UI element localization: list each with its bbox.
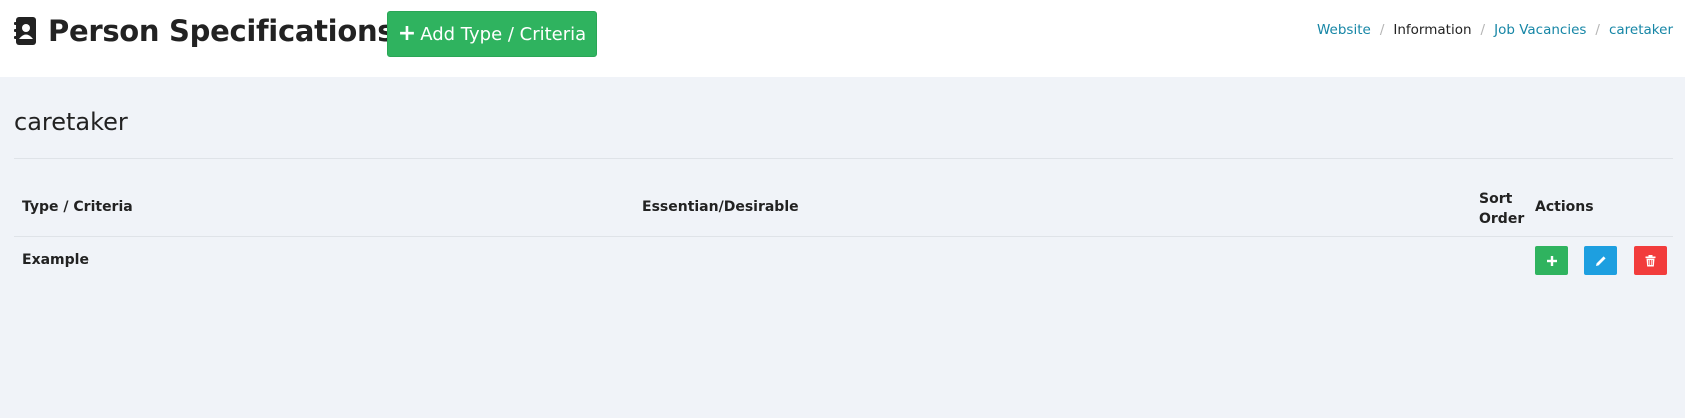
address-book-icon — [14, 17, 38, 45]
column-header-type-criteria: Type / Criteria — [22, 199, 133, 215]
row-delete-button[interactable] — [1634, 246, 1667, 275]
breadcrumb: Website / Information / Job Vacancies / … — [1317, 22, 1673, 38]
add-type-criteria-button[interactable]: + Add Type / Criteria — [387, 11, 597, 57]
breadcrumb-website[interactable]: Website — [1317, 22, 1371, 38]
page-title: Person Specifications — [14, 14, 395, 48]
breadcrumb-job-vacancies[interactable]: Job Vacancies — [1494, 22, 1586, 38]
table-header-divider — [14, 236, 1673, 237]
section-title: caretaker — [14, 108, 128, 136]
column-header-sort-line1: Sort — [1479, 191, 1513, 207]
plus-icon: + — [397, 21, 417, 46]
plus-icon — [1546, 255, 1557, 266]
section-divider — [14, 158, 1673, 159]
breadcrumb-caretaker[interactable]: caretaker — [1609, 22, 1673, 38]
column-header-essential-desirable: Essentian/Desirable — [642, 199, 799, 215]
top-bar: Person Specifications + Add Type / Crite… — [0, 0, 1685, 77]
column-header-actions: Actions — [1535, 199, 1594, 215]
breadcrumb-separator: / — [1379, 22, 1385, 38]
row-type-criteria: Example — [22, 252, 89, 268]
add-type-criteria-label: Add Type / Criteria — [420, 23, 587, 45]
trash-icon — [1645, 254, 1656, 266]
breadcrumb-separator: / — [1595, 22, 1600, 38]
row-edit-button[interactable] — [1584, 246, 1617, 275]
breadcrumb-separator: / — [1480, 22, 1486, 38]
pencil-icon — [1595, 255, 1606, 266]
breadcrumb-information: Information — [1393, 22, 1472, 38]
column-header-sort-line2: Order — [1479, 211, 1525, 227]
column-header-sort-order: Sort Order — [1479, 189, 1524, 229]
row-add-button[interactable] — [1535, 246, 1568, 275]
page-title-text: Person Specifications — [48, 14, 395, 48]
